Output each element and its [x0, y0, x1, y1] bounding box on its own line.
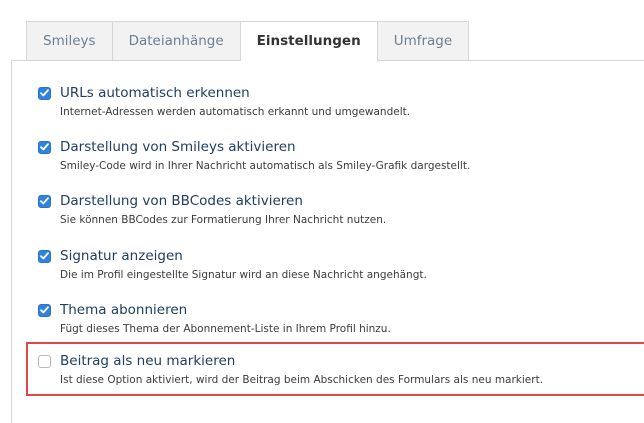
checkmark-icon — [40, 143, 49, 151]
option-title[interactable]: Beitrag als neu markieren — [60, 353, 235, 369]
option-subscribe-thread: Thema abonnieren Fügt dieses Thema der A… — [38, 300, 644, 335]
option-parse-urls: URLs automatisch erkennen Internet-Adres… — [38, 83, 644, 118]
editor-tab-bar: Smileys Dateianhänge Einstellungen Umfra… — [26, 21, 470, 62]
option-description: Internet-Adressen werden automatisch erk… — [60, 106, 411, 118]
tab-settings[interactable]: Einstellungen — [240, 21, 378, 62]
enable-smileys-checkbox[interactable] — [38, 140, 51, 154]
parse-urls-checkbox[interactable] — [38, 86, 51, 100]
enable-bbcodes-checkbox[interactable] — [38, 194, 51, 208]
checkmark-icon — [40, 197, 49, 205]
option-description: Die im Profil eingestellte Signatur wird… — [60, 269, 427, 281]
option-description: Sie können BBCodes zur Formatierung Ihre… — [60, 214, 387, 226]
tab-poll[interactable]: Umfrage — [377, 21, 470, 61]
message-options-editor: Smileys Dateianhänge Einstellungen Umfra… — [0, 0, 644, 423]
option-title[interactable]: Signatur anzeigen — [60, 248, 183, 264]
settings-panel: URLs automatisch erkennen Internet-Adres… — [11, 60, 644, 423]
option-description: Smiley-Code wird in Ihrer Nachricht auto… — [60, 160, 471, 172]
option-description: Fügt dieses Thema der Abonnement-Liste i… — [60, 323, 391, 335]
option-show-signature: Signatur anzeigen Die im Profil eingeste… — [38, 246, 644, 281]
tab-attachments[interactable]: Dateianhänge — [112, 21, 241, 61]
option-description: Ist diese Option aktiviert, wird der Bei… — [60, 374, 544, 386]
option-title[interactable]: Darstellung von BBCodes aktivieren — [60, 193, 303, 209]
checkmark-icon — [40, 252, 49, 260]
option-enable-bbcodes: Darstellung von BBCodes aktivieren Sie k… — [38, 191, 644, 226]
option-enable-smileys: Darstellung von Smileys aktivieren Smile… — [38, 137, 644, 172]
option-mark-as-new: Beitrag als neu markieren Ist diese Opti… — [26, 342, 644, 396]
checkmark-icon — [40, 89, 49, 97]
tab-smileys[interactable]: Smileys — [26, 21, 113, 61]
option-title[interactable]: URLs automatisch erkennen — [60, 85, 250, 101]
subscribe-thread-checkbox[interactable] — [38, 303, 51, 317]
option-title[interactable]: Darstellung von Smileys aktivieren — [60, 139, 296, 155]
show-signature-checkbox[interactable] — [38, 249, 51, 263]
checkmark-icon — [40, 306, 49, 314]
mark-as-new-checkbox[interactable] — [38, 354, 51, 368]
option-title[interactable]: Thema abonnieren — [60, 302, 187, 318]
